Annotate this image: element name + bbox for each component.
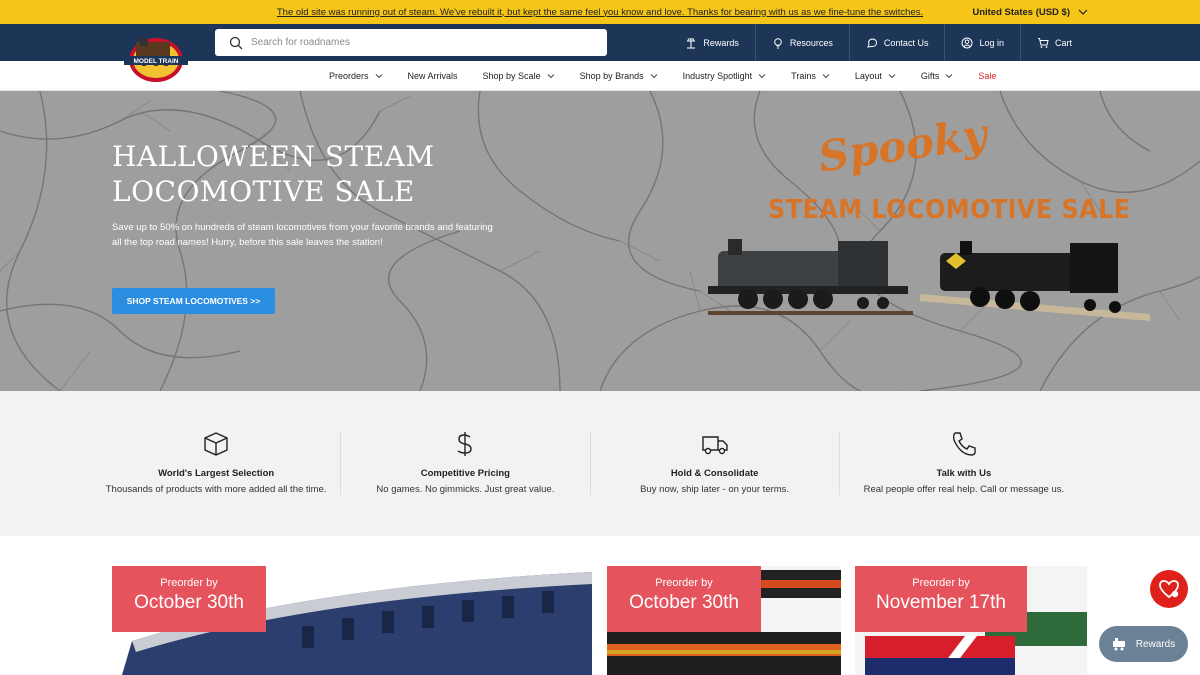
rewards-link[interactable]: Rewards xyxy=(669,24,755,61)
announcement-link[interactable]: The old site was running out of steam. W… xyxy=(277,7,923,18)
locomotive-image-left xyxy=(708,239,913,315)
chevron-down-icon xyxy=(547,73,554,78)
preorder-date: November 17th xyxy=(876,592,1006,613)
preorder-badge: Preorder by November 17th xyxy=(855,566,1027,632)
hero-banner[interactable]: HALLOWEEN STEAM LOCOMOTIVE SALE Save up … xyxy=(0,91,1200,391)
wishlist-button[interactable] xyxy=(1150,570,1188,608)
truck-icon xyxy=(701,436,728,455)
chat-icon xyxy=(867,37,877,48)
preorder-date: October 30th xyxy=(629,592,739,613)
menu-label: Industry Spotlight xyxy=(682,70,753,81)
menu-shop-by-scale[interactable]: Shop by Scale xyxy=(483,71,555,81)
login-label: Log in xyxy=(979,37,1004,48)
contact-link[interactable]: Contact Us xyxy=(848,24,945,61)
cart-label: Cart xyxy=(1054,37,1072,48)
preorder-label: Preorder by xyxy=(160,577,218,589)
country-selector[interactable]: United States (USD $) xyxy=(972,0,1088,24)
box-icon xyxy=(204,432,228,456)
menu-label: New Arrivals xyxy=(407,70,458,81)
menu-shop-by-brands[interactable]: Shop by Brands xyxy=(580,71,658,81)
features-section: World's Largest Selection Thousands of p… xyxy=(0,391,1200,536)
steam-sale-graphic-text: STEAM LOCOMOTIVE SALE xyxy=(768,195,1131,225)
rewards-launcher-button[interactable]: Rewards xyxy=(1099,626,1188,662)
menu-gifts[interactable]: Gifts xyxy=(921,71,954,81)
feature-title: Competitive Pricing xyxy=(420,468,510,479)
train-icon xyxy=(1112,638,1125,651)
rewards-label: Rewards xyxy=(703,37,739,48)
feature-description: Real people offer real help. Call or mes… xyxy=(863,484,1065,495)
feature-item: World's Largest Selection Thousands of p… xyxy=(92,432,342,495)
contact-label: Contact Us xyxy=(883,37,929,48)
menu-label: Gifts xyxy=(920,70,940,81)
chevron-down-icon xyxy=(1078,9,1088,15)
cart-icon xyxy=(1037,37,1049,48)
user-icon xyxy=(961,37,973,48)
heart-icon xyxy=(1159,580,1179,599)
chevron-down-icon xyxy=(650,73,657,78)
chevron-down-icon xyxy=(822,73,830,78)
menu-trains[interactable]: Trains xyxy=(791,71,830,81)
product-showcase: Preorder by October 30th Preorder by Oct… xyxy=(0,536,1200,675)
menu-label: Sale xyxy=(978,70,997,81)
announcement-bar: The old site was running out of steam. W… xyxy=(0,0,1200,24)
menu-label: Shop by Brands xyxy=(579,70,644,81)
hero-subtitle: Save up to 50% on hundreds of steam loco… xyxy=(112,222,493,248)
menu-preorders[interactable]: Preorders xyxy=(329,71,383,81)
chevron-down-icon xyxy=(375,73,382,78)
search-icon xyxy=(229,36,243,49)
preorder-date: October 30th xyxy=(134,592,244,613)
feature-description: Buy now, ship later - on your terms. xyxy=(640,484,790,495)
feature-title: Talk with Us xyxy=(936,468,992,479)
search-bar[interactable] xyxy=(215,29,607,56)
login-link[interactable]: Log in xyxy=(944,24,1020,61)
menu-industry-spotlight[interactable]: Industry Spotlight xyxy=(683,71,767,81)
feature-item: Hold & Consolidate Buy now, ship later -… xyxy=(591,432,840,495)
cart-link[interactable]: Cart xyxy=(1019,24,1088,61)
feature-item: Talk with Us Real people offer real help… xyxy=(840,432,1088,495)
product-card[interactable]: Preorder by October 30th xyxy=(112,566,592,675)
menu-sale[interactable]: Sale xyxy=(978,71,996,81)
locomotive-image-right xyxy=(920,241,1150,321)
lightbulb-icon xyxy=(774,37,782,48)
menu-label: Trains xyxy=(791,70,816,81)
chevron-down-icon xyxy=(758,73,766,78)
preorder-label: Preorder by xyxy=(912,577,970,589)
header-nav: Rewards Resources Contact Us Log in Cart xyxy=(669,24,1088,61)
feature-description: No games. No gimmicks. Just great value. xyxy=(376,484,555,495)
preorder-badge: Preorder by October 30th xyxy=(607,566,761,632)
feature-item: Competitive Pricing No games. No gimmick… xyxy=(341,432,591,495)
product-card[interactable]: Preorder by November 17th xyxy=(855,566,1087,675)
shop-steam-locomotives-button[interactable]: SHOP STEAM LOCOMOTIVES >> xyxy=(112,288,275,314)
menu-new-arrivals[interactable]: New Arrivals xyxy=(408,71,458,81)
feature-title: World's Largest Selection xyxy=(158,468,275,479)
chevron-down-icon xyxy=(946,73,953,78)
menu-label: Preorders xyxy=(329,70,369,81)
rewards-icon xyxy=(687,37,696,48)
menu-label: Layout xyxy=(854,70,882,81)
dollar-icon xyxy=(457,432,473,456)
preorder-badge: Preorder by October 30th xyxy=(112,566,266,632)
phone-icon xyxy=(952,432,976,456)
menu-layout[interactable]: Layout xyxy=(855,71,896,81)
feature-title: Hold & Consolidate xyxy=(670,468,759,479)
country-label: United States (USD $) xyxy=(972,6,1070,18)
model-train-logo[interactable]: MODEL TRAIN xyxy=(122,28,190,84)
menu-label: Shop by Scale xyxy=(482,70,541,81)
logo-text: MODEL TRAIN xyxy=(133,58,178,65)
rewards-launcher-label: Rewards xyxy=(1135,638,1176,650)
preorder-label: Preorder by xyxy=(655,577,713,589)
hero-title: HALLOWEEN STEAM LOCOMOTIVE SALE xyxy=(112,140,435,208)
search-input[interactable] xyxy=(251,37,581,48)
chevron-down-icon xyxy=(888,73,896,78)
resources-label: Resources xyxy=(789,37,833,48)
resources-link[interactable]: Resources xyxy=(754,24,849,61)
product-card[interactable]: Preorder by October 30th xyxy=(607,566,841,675)
feature-description: Thousands of products with more added al… xyxy=(105,484,327,495)
